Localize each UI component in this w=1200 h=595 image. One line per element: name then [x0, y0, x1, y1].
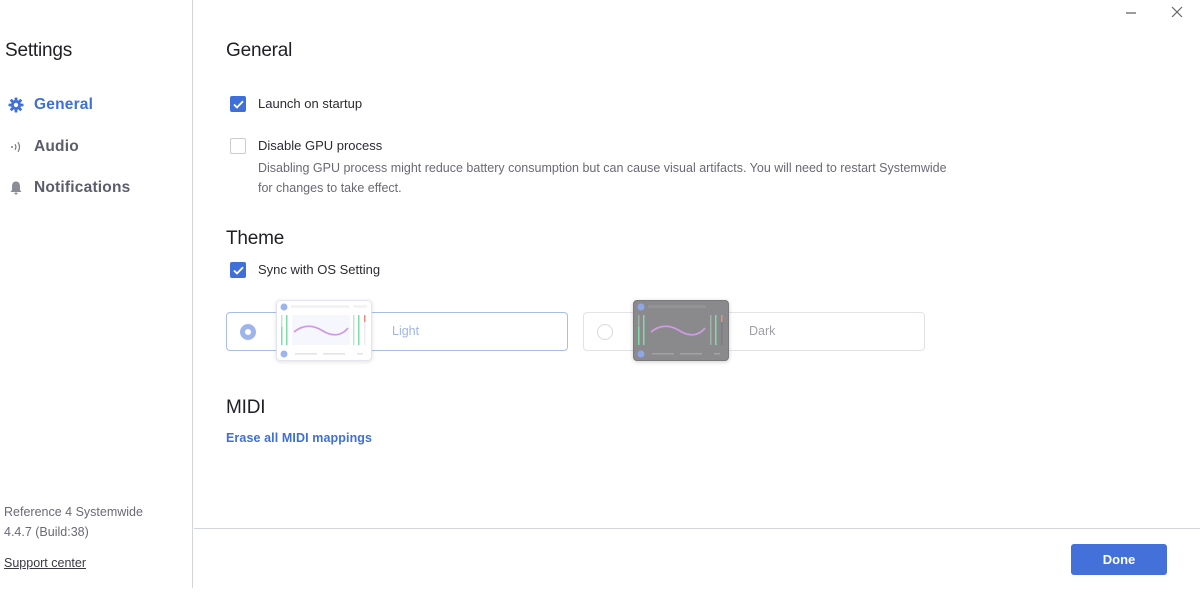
theme-light-label: Light [392, 324, 420, 338]
sidebar-item-notifications[interactable]: Notifications [0, 175, 192, 201]
sidebar: Settings General Audio Notifications Ref… [0, 0, 193, 588]
theme-light-radio[interactable] [240, 324, 256, 340]
app-version: 4.4.7 (Build:38) [4, 524, 89, 539]
theme-option-dark[interactable]: Dark [583, 300, 925, 361]
settings-content: General Launch on startup Disable GPU pr… [194, 0, 1200, 528]
speaker-icon [7, 138, 25, 156]
sidebar-nav: General Audio Notifications [0, 92, 192, 217]
launch-on-startup-checkbox[interactable] [230, 96, 246, 112]
launch-on-startup-option[interactable]: Launch on startup [230, 96, 362, 112]
check-icon [232, 266, 244, 275]
disable-gpu-checkbox[interactable] [230, 138, 246, 154]
app-name: Reference 4 Systemwide [4, 505, 143, 519]
sidebar-item-general[interactable]: General [0, 92, 192, 118]
midi-section-title: MIDI [226, 397, 266, 418]
erase-midi-mappings-link[interactable]: Erase all MIDI mappings [226, 431, 372, 445]
theme-option-light[interactable]: Light [226, 300, 568, 361]
disable-gpu-description: Disabling GPU process might reduce batte… [258, 161, 947, 195]
sidebar-item-label: General [34, 96, 94, 113]
disable-gpu-option[interactable]: Disable GPU process [230, 138, 382, 154]
done-button[interactable]: Done [1071, 544, 1167, 575]
theme-section-title: Theme [226, 228, 285, 249]
sidebar-item-label: Audio [34, 137, 79, 155]
footer: Done [194, 528, 1200, 595]
theme-dark-label: Dark [749, 324, 776, 338]
general-section-title: General [226, 40, 293, 61]
sync-os-label: Sync with OS Setting [258, 262, 381, 277]
sidebar-item-audio[interactable]: Audio [0, 134, 192, 160]
light-theme-preview [276, 300, 372, 361]
version-info: Reference 4 Systemwide 4.4.7 (Build:38) [4, 503, 143, 542]
sync-os-checkbox[interactable] [230, 262, 246, 278]
sidebar-title: Settings [5, 40, 73, 61]
check-icon [232, 100, 244, 109]
sidebar-item-label: Notifications [34, 179, 131, 196]
disable-gpu-label: Disable GPU process [258, 138, 383, 153]
gear-icon [7, 96, 25, 114]
support-center-link[interactable]: Support center [4, 556, 86, 570]
bell-icon [7, 179, 25, 197]
theme-dark-radio[interactable] [597, 324, 613, 340]
dark-theme-preview [633, 300, 729, 361]
sync-os-option[interactable]: Sync with OS Setting [230, 262, 380, 278]
launch-on-startup-label: Launch on startup [258, 96, 363, 111]
